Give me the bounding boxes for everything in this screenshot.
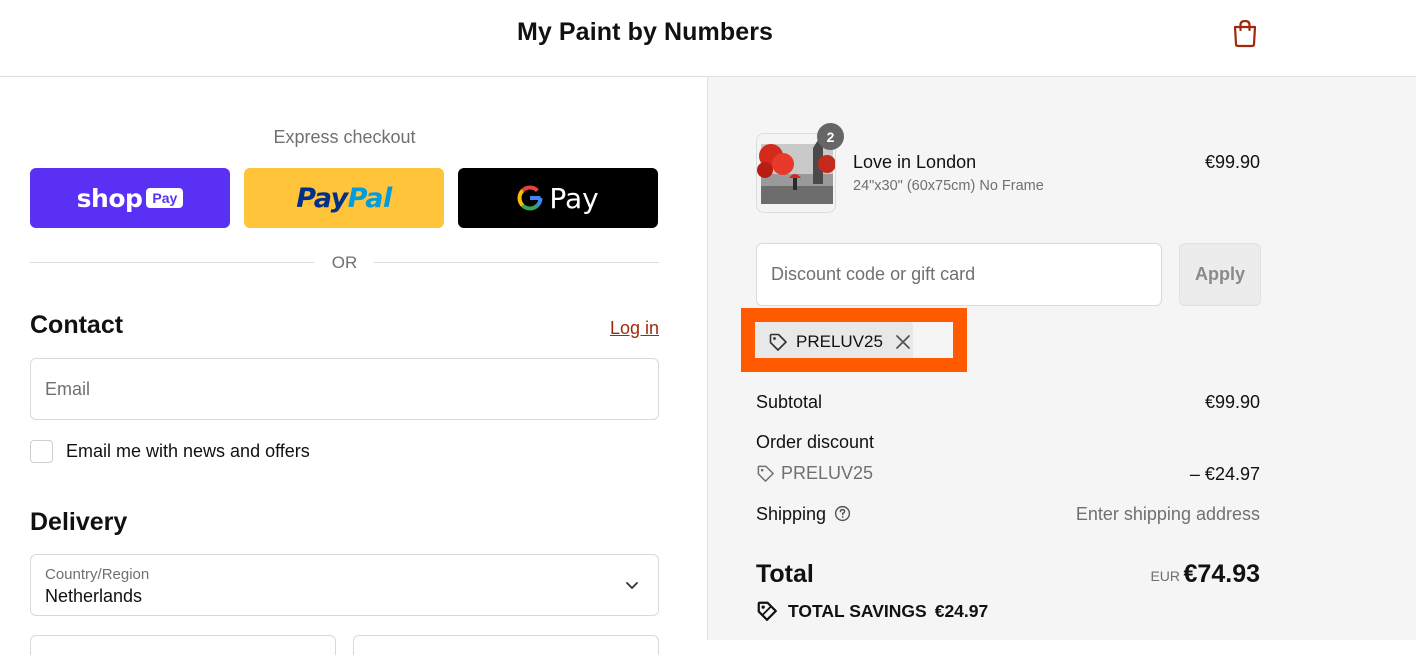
product-variant: 24"x30" (60x75cm) No Frame	[853, 178, 1044, 194]
tag-icon	[769, 333, 787, 351]
google-pay-button[interactable]: Pay	[458, 168, 658, 228]
subtotal-value: €99.90	[1204, 392, 1260, 412]
country-label: Country/Region	[45, 566, 150, 583]
paypal-wordmark-pal: Pal	[347, 182, 393, 214]
google-g-icon	[517, 185, 543, 211]
order-discount-label: Order discount	[756, 432, 875, 452]
total-savings-value: €24.97	[934, 600, 989, 621]
express-checkout-label: Express checkout	[273, 127, 416, 147]
google-pay-wordmark: Pay	[549, 181, 599, 215]
contact-title: Contact	[30, 311, 124, 339]
or-divider: OR	[30, 253, 659, 273]
shipping-value: Enter shipping address	[1075, 504, 1260, 524]
shop-pay-button[interactable]: shop Pay	[30, 168, 230, 228]
or-text: OR	[331, 253, 358, 272]
tag-icon	[757, 465, 774, 482]
order-discount-code: PRELUV25	[781, 463, 874, 483]
total-savings-label: TOTAL SAVINGS	[788, 600, 927, 621]
remove-discount-close-icon[interactable]	[893, 332, 913, 352]
subtotal-label: Subtotal	[756, 392, 823, 412]
product-name: Love in London	[853, 152, 977, 172]
first-name-field[interactable]	[30, 635, 336, 655]
applied-discount-code: PRELUV25	[796, 332, 883, 351]
discount-code-input[interactable]	[757, 244, 1161, 305]
last-name-field[interactable]	[353, 635, 659, 655]
checkout-form: Express checkout shop Pay PayPal Pay OR …	[0, 77, 707, 655]
apply-discount-button[interactable]: Apply	[1179, 243, 1261, 306]
tag-icon	[757, 601, 777, 621]
email-field[interactable]	[30, 358, 659, 420]
store-name[interactable]: My Paint by Numbers	[0, 18, 1290, 47]
email-input[interactable]	[31, 359, 658, 419]
shop-pay-badge: Pay	[146, 188, 184, 208]
applied-discount-chip: PRELUV25	[755, 322, 913, 362]
paypal-wordmark-pay: Pay	[296, 182, 348, 214]
login-link[interactable]: Log in	[610, 318, 659, 339]
total-value: €74.93	[1183, 560, 1260, 588]
paypal-button[interactable]: PayPal	[244, 168, 444, 228]
quantity-badge: 2	[817, 123, 844, 150]
product-price: €99.90	[1204, 152, 1260, 172]
total-savings-row: TOTAL SAVINGS €24.97	[756, 600, 988, 622]
order-discount-value: – €24.97	[1189, 464, 1260, 484]
discount-code-field[interactable]	[756, 243, 1162, 306]
total-label: Total	[756, 560, 814, 588]
delivery-title: Delivery	[30, 508, 128, 536]
country-select[interactable]: Country/Region Netherlands	[30, 554, 659, 616]
shipping-label: Shipping	[756, 504, 827, 524]
order-discount-code-line: PRELUV25	[756, 463, 873, 484]
country-value: Netherlands	[45, 586, 143, 606]
newsletter-row[interactable]: Email me with news and offers	[30, 439, 310, 463]
newsletter-checkbox[interactable]	[30, 439, 53, 463]
chevron-down-icon	[626, 582, 638, 589]
shipping-row-label: Shipping	[756, 504, 851, 525]
newsletter-label[interactable]: Email me with news and offers	[66, 441, 310, 462]
help-circle-icon[interactable]	[834, 505, 851, 522]
order-summary: 2 Love in London 24"x30" (60x75cm) No Fr…	[707, 77, 1416, 640]
total-currency: EUR	[1150, 568, 1180, 584]
shopping-bag-icon[interactable]	[1230, 18, 1260, 48]
shop-pay-wordmark: shop	[76, 183, 143, 213]
checkout-header: My Paint by Numbers	[0, 0, 1416, 77]
